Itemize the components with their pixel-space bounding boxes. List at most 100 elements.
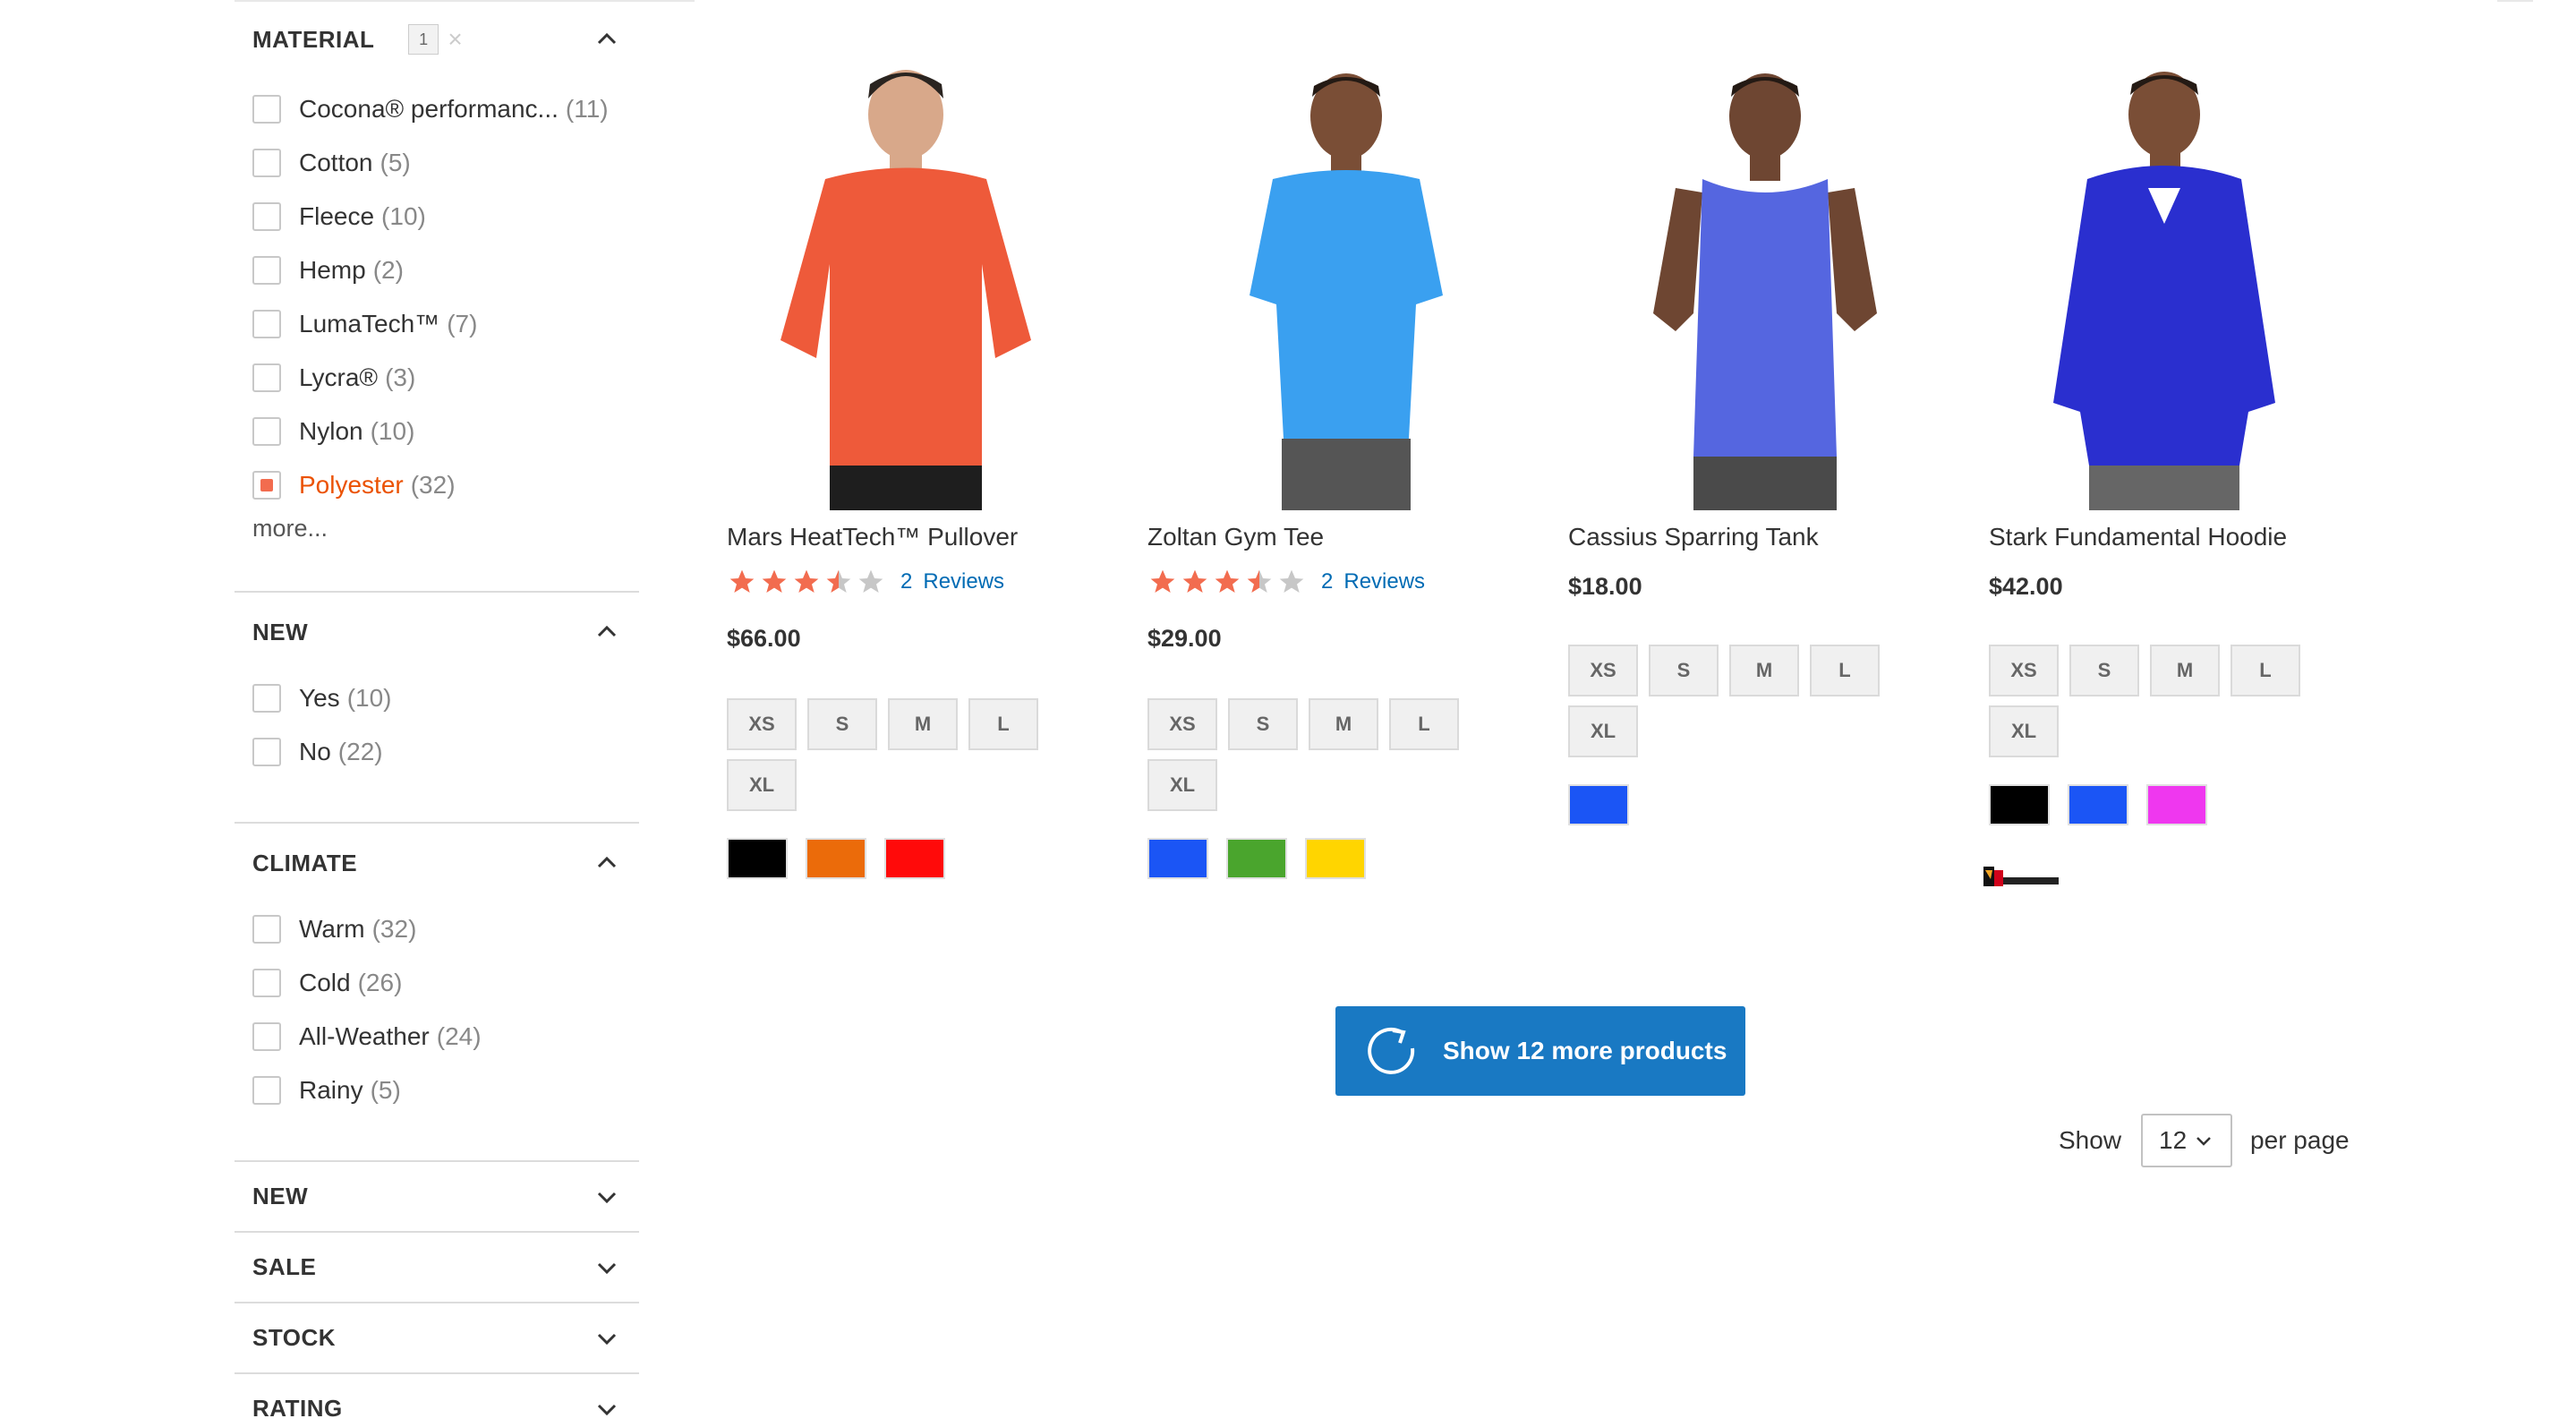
reviews-link[interactable]: 2 Reviews <box>900 569 1004 594</box>
size-swatch-xs[interactable]: XS <box>1147 698 1217 750</box>
chevron-up-icon[interactable] <box>594 27 619 52</box>
star-icon <box>858 569 883 593</box>
size-swatch-xl[interactable]: XL <box>1989 705 2059 757</box>
filter-option-fleece[interactable]: Fleece (10) <box>235 190 639 244</box>
color-swatch[interactable] <box>727 838 788 879</box>
checkbox[interactable] <box>252 95 281 124</box>
size-swatch-l[interactable]: L <box>1810 645 1880 696</box>
filter-stock-header[interactable]: STOCK <box>235 1303 639 1372</box>
filter-title: RATING <box>252 1395 343 1422</box>
product-name[interactable]: Cassius Sparring Tank <box>1568 523 1819 551</box>
checkbox[interactable] <box>252 310 281 338</box>
per-page-select[interactable]: 12 <box>2141 1114 2233 1167</box>
option-count: (11) <box>565 95 609 123</box>
filter-sale-header[interactable]: SALE <box>235 1233 639 1302</box>
size-swatch-m[interactable]: M <box>888 698 958 750</box>
checkbox[interactable] <box>252 684 281 713</box>
reload-icon <box>1368 1027 1415 1074</box>
filter-new-header[interactable]: NEW <box>235 593 639 671</box>
more-link[interactable]: more... <box>235 512 639 544</box>
filter-new-collapsed-header[interactable]: NEW <box>235 1162 639 1231</box>
filter-option-hemp[interactable]: Hemp (2) <box>235 244 639 297</box>
product-image[interactable] <box>1989 45 2329 510</box>
product-name[interactable]: Stark Fundamental Hoodie <box>1989 523 2287 551</box>
size-swatch-xs[interactable]: XS <box>727 698 797 750</box>
color-swatch[interactable] <box>2146 784 2207 825</box>
star-icon <box>1182 569 1207 593</box>
chevron-down-icon[interactable] <box>594 1397 619 1422</box>
filter-option-cotton[interactable]: Cotton (5) <box>235 136 639 190</box>
show-more-products-button[interactable]: Show 12 more products <box>1335 1006 1745 1096</box>
filter-option-nylon[interactable]: Nylon (10) <box>235 405 639 458</box>
size-swatch-m[interactable]: M <box>1729 645 1799 696</box>
color-swatch[interactable] <box>1147 838 1208 879</box>
checkbox[interactable] <box>252 417 281 446</box>
chevron-down-icon[interactable] <box>594 1326 619 1351</box>
checkbox[interactable] <box>252 915 281 944</box>
checkbox[interactable] <box>252 149 281 177</box>
filter-option-polyester[interactable]: Polyester (32) <box>235 458 639 512</box>
product-rating[interactable]: 2 Reviews <box>1147 568 1425 596</box>
product-name[interactable]: Mars HeatTech™ Pullover <box>727 523 1018 551</box>
checkbox[interactable] <box>252 738 281 766</box>
color-swatch[interactable] <box>1305 838 1366 879</box>
size-swatch-m[interactable]: M <box>1309 698 1378 750</box>
color-swatch[interactable] <box>884 838 945 879</box>
checkbox[interactable] <box>252 1076 281 1105</box>
color-swatch[interactable] <box>1226 838 1287 879</box>
size-swatch-s[interactable]: S <box>2069 645 2139 696</box>
color-swatch[interactable] <box>806 838 866 879</box>
checkbox[interactable] <box>252 1022 281 1051</box>
size-swatch-xs[interactable]: XS <box>1989 645 2059 696</box>
filter-sidebar: MATERIAL 1 × Cocona® performanc... (11) C… <box>235 0 639 1427</box>
chevron-down-icon[interactable] <box>594 1255 619 1280</box>
filter-material: MATERIAL 1 × Cocona® performanc... (11) C… <box>235 0 639 544</box>
product-name[interactable]: Zoltan Gym Tee <box>1147 523 1324 551</box>
star-half-icon <box>1247 569 1272 593</box>
option-count: (2) <box>372 256 404 284</box>
size-swatch-m[interactable]: M <box>2150 645 2220 696</box>
size-swatch-xl[interactable]: XL <box>1147 759 1217 811</box>
size-swatch-l[interactable]: L <box>968 698 1038 750</box>
product-image[interactable] <box>727 45 1067 510</box>
color-swatch[interactable] <box>1989 784 2050 825</box>
checkbox[interactable] <box>252 256 281 285</box>
product-image[interactable] <box>1568 45 1908 510</box>
chevron-down-icon[interactable] <box>594 1184 619 1209</box>
reviews-link[interactable]: 2 Reviews <box>1321 569 1425 594</box>
product-price: $18.00 <box>1568 573 1642 600</box>
chevron-down-icon <box>2196 1137 2212 1146</box>
size-swatch-s[interactable]: S <box>807 698 877 750</box>
filter-material-header[interactable]: MATERIAL 1 × <box>235 0 639 79</box>
size-swatch-xl[interactable]: XL <box>727 759 797 811</box>
checkbox-checked[interactable] <box>252 471 281 500</box>
filter-option-rainy[interactable]: Rainy (5) <box>235 1064 639 1117</box>
clear-filter-icon[interactable]: × <box>448 25 463 54</box>
filter-option-lumatech[interactable]: LumaTech™ (7) <box>235 297 639 351</box>
filter-option-cold[interactable]: Cold (26) <box>235 956 639 1010</box>
filter-option-no[interactable]: No (22) <box>235 725 639 779</box>
filter-option-cocona[interactable]: Cocona® performanc... (11) <box>235 82 639 136</box>
color-swatch[interactable] <box>2068 784 2128 825</box>
product-rating[interactable]: 2 Reviews <box>727 568 1004 596</box>
chevron-up-icon[interactable] <box>594 850 619 876</box>
product-image[interactable] <box>1147 45 1488 510</box>
size-swatch-s[interactable]: S <box>1228 698 1298 750</box>
filter-option-yes[interactable]: Yes (10) <box>235 671 639 725</box>
filter-option-lycra[interactable]: Lycra® (3) <box>235 351 639 405</box>
filter-option-all-weather[interactable]: All-Weather (24) <box>235 1010 639 1064</box>
filter-rating-header[interactable]: RATING <box>235 1374 639 1427</box>
filter-option-warm[interactable]: Warm (32) <box>235 902 639 956</box>
size-swatch-l[interactable]: L <box>1389 698 1459 750</box>
filter-climate-header[interactable]: CLIMATE <box>235 824 639 902</box>
checkbox[interactable] <box>252 969 281 997</box>
size-swatch-l[interactable]: L <box>2231 645 2300 696</box>
checkbox[interactable] <box>252 363 281 392</box>
size-swatch-xl[interactable]: XL <box>1568 705 1638 757</box>
size-swatch-s[interactable]: S <box>1649 645 1719 696</box>
chevron-up-icon[interactable] <box>594 620 619 645</box>
checkbox[interactable] <box>252 202 281 231</box>
color-swatch[interactable] <box>1568 784 1629 825</box>
size-swatch-xs[interactable]: XS <box>1568 645 1638 696</box>
